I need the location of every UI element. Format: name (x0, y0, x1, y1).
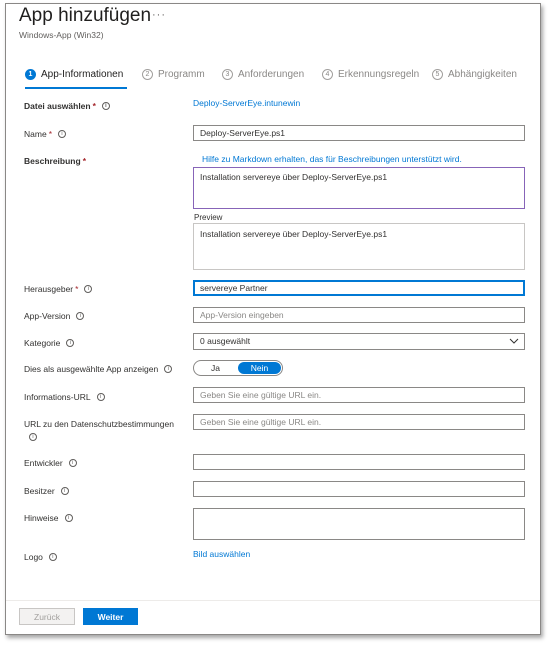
info-url-input[interactable] (193, 387, 525, 403)
step-number-icon: 4 (322, 69, 333, 80)
required-marker: * (92, 101, 96, 111)
app-version-label: App-Version i (24, 311, 85, 321)
step-program[interactable]: 2 Programm (142, 69, 205, 80)
name-input[interactable] (193, 125, 525, 141)
required-marker: * (75, 284, 79, 294)
step-label: Erkennungsregeln (338, 69, 420, 80)
file-select-label: Datei auswählen * i (24, 101, 110, 111)
required-marker: * (48, 129, 52, 139)
step-detection-rules[interactable]: 4 Erkennungsregeln (322, 69, 419, 80)
owner-label: Besitzer i (24, 486, 69, 496)
category-label: Kategorie i (24, 338, 75, 348)
step-label: Anforderungen (238, 69, 305, 80)
back-button[interactable]: Zurück (19, 608, 75, 625)
page-title: App hinzufügen (19, 5, 152, 26)
logo-label: Logo i (24, 552, 57, 562)
footer-divider (6, 600, 540, 601)
step-number-icon: 5 (432, 69, 443, 80)
owner-input[interactable] (193, 481, 525, 497)
info-icon[interactable]: i (48, 553, 57, 561)
step-app-information[interactable]: 1 App-Informationen (25, 69, 123, 80)
privacy-url-input[interactable] (193, 414, 525, 430)
info-icon[interactable]: i (76, 312, 85, 320)
more-options-icon[interactable]: ··· (152, 9, 166, 21)
description-textarea[interactable]: Installation servereye über Deploy-Serve… (193, 167, 525, 209)
notes-label: Hinweise i (24, 513, 73, 523)
toggle-option-yes[interactable]: Ja (194, 361, 237, 375)
toggle-option-no[interactable]: Nein (238, 362, 281, 374)
info-icon[interactable]: i (101, 102, 110, 110)
description-preview: Installation servereye über Deploy-Serve… (193, 223, 525, 270)
info-icon[interactable]: i (96, 393, 105, 401)
next-button[interactable]: Weiter (83, 608, 138, 625)
developer-input[interactable] (193, 454, 525, 470)
privacy-url-label: URL zu den Datenschutzbestimmungen i (24, 419, 174, 441)
publisher-input[interactable] (193, 280, 525, 296)
category-dropdown[interactable]: 0 ausgewählt (193, 333, 525, 350)
step-requirements[interactable]: 3 Anforderungen (222, 69, 304, 80)
markdown-help-link[interactable]: Hilfe zu Markdown erhalten, das für Besc… (202, 154, 462, 164)
step-number-icon: 3 (222, 69, 233, 80)
featured-app-label: Dies als ausgewählte App anzeigen i (24, 364, 173, 374)
required-marker: * (82, 156, 86, 166)
name-label: Name * i (24, 129, 66, 139)
featured-app-toggle[interactable]: Ja Nein (193, 360, 283, 376)
info-url-label: Informations-URL i (24, 392, 105, 402)
select-image-link[interactable]: Bild auswählen (193, 549, 250, 559)
info-icon[interactable]: i (29, 433, 37, 441)
page-subtitle: Windows-App (Win32) (19, 30, 104, 40)
description-label: Beschreibung * (24, 156, 86, 166)
step-label: Abhängigkeiten (448, 69, 517, 80)
preview-label: Preview (194, 213, 223, 222)
info-icon[interactable]: i (60, 487, 69, 495)
notes-textarea[interactable] (193, 508, 525, 540)
step-label: Programm (158, 69, 205, 80)
info-icon[interactable]: i (164, 365, 173, 373)
publisher-label: Herausgeber * i (24, 284, 93, 294)
category-value: 0 ausgewählt (200, 336, 251, 346)
app-version-input[interactable] (193, 307, 525, 323)
step-dependencies[interactable]: 5 Abhängigkeiten (432, 69, 517, 80)
info-icon[interactable]: i (58, 130, 66, 138)
active-step-indicator (25, 87, 127, 89)
chevron-down-icon (509, 338, 519, 344)
step-number-icon: 2 (142, 69, 153, 80)
step-number-icon: 1 (25, 69, 36, 80)
info-icon[interactable]: i (68, 459, 77, 467)
developer-label: Entwickler i (24, 458, 77, 468)
selected-file-link[interactable]: Deploy-ServerEye.intunewin (193, 98, 300, 108)
info-icon[interactable]: i (64, 514, 73, 522)
step-label: App-Informationen (41, 69, 124, 80)
info-icon[interactable]: i (66, 339, 75, 347)
info-icon[interactable]: i (84, 285, 93, 293)
